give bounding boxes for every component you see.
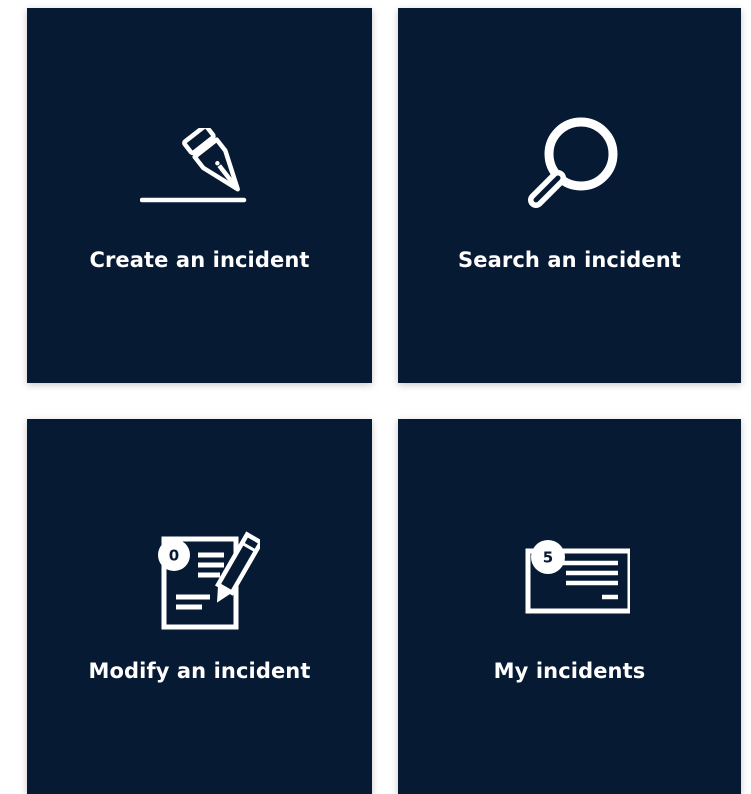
magnifier-icon bbox=[527, 117, 617, 208]
pen-nib-icon bbox=[139, 128, 246, 203]
edit-document-icon: 0 bbox=[157, 531, 260, 630]
create-incident-tile[interactable]: Create an incident bbox=[27, 8, 372, 383]
my-incidents-label: My incidents bbox=[493, 659, 646, 683]
modify-incident-label: Modify an incident bbox=[88, 659, 311, 683]
create-incident-label: Create an incident bbox=[89, 248, 310, 272]
ticket-list-icon: 5 bbox=[525, 540, 630, 614]
incident-dashboard: Create an incident Search an incident 0 … bbox=[0, 0, 751, 794]
modify-incident-tile[interactable]: 0 Modify an incident bbox=[27, 419, 372, 794]
search-incident-label: Search an incident bbox=[458, 248, 681, 272]
my-incidents-tile[interactable]: 5 My incidents bbox=[398, 419, 741, 794]
search-incident-tile[interactable]: Search an incident bbox=[398, 8, 741, 383]
modify-count-badge: 0 bbox=[168, 547, 178, 565]
my-incidents-count-badge: 5 bbox=[542, 549, 552, 567]
